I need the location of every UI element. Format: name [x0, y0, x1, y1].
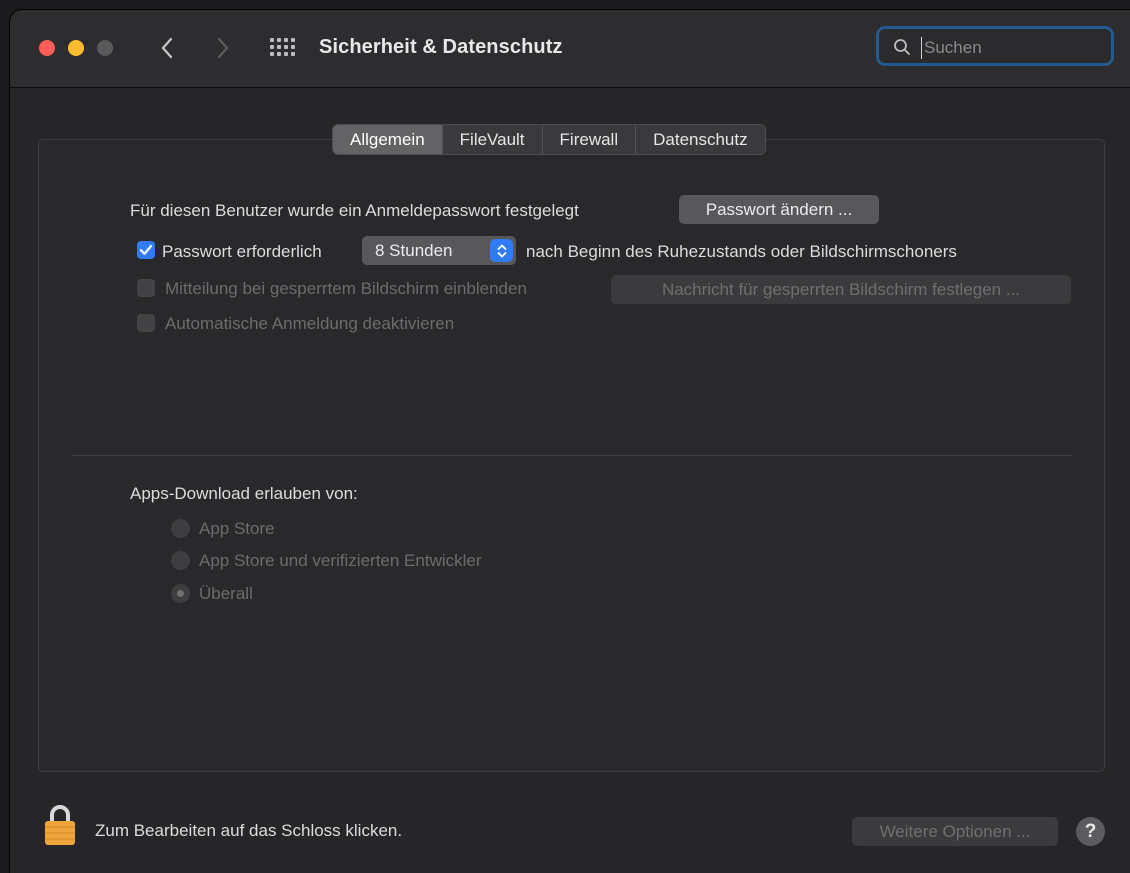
window-title: Sicherheit & Datenschutz [319, 36, 563, 58]
lock-button[interactable] [44, 804, 76, 851]
search-input[interactable] [921, 37, 1106, 59]
tab-bar: Allgemein FileVault Firewall Datenschutz [332, 124, 766, 155]
show-message-label: Mitteilung bei gesperrtem Bildschirm ein… [165, 279, 527, 298]
minimize-window-button[interactable] [68, 40, 84, 56]
tab-filevault[interactable]: FileVault [443, 125, 543, 154]
zoom-window-button[interactable] [97, 40, 113, 56]
radio-anywhere[interactable] [171, 584, 190, 603]
chevron-left-icon [161, 37, 173, 59]
password-interval-value: 8 Stunden [375, 241, 453, 260]
back-button[interactable] [154, 34, 180, 62]
lock-hint-text: Zum Bearbeiten auf das Schloss klicken. [95, 821, 403, 840]
tab-datenschutz[interactable]: Datenschutz [636, 125, 765, 154]
chevron-right-icon [217, 37, 229, 59]
change-password-button[interactable]: Passwort ändern ... [679, 195, 879, 224]
tab-allgemein[interactable]: Allgemein [333, 125, 443, 154]
lock-icon [45, 805, 75, 845]
radio-anywhere-label: Überall [199, 584, 253, 603]
radio-app-store-label: App Store [199, 519, 275, 538]
show-all-grid-icon[interactable] [270, 38, 296, 58]
radio-app-store-developers[interactable] [171, 551, 190, 570]
search-field[interactable] [876, 26, 1114, 66]
login-password-text: Für diesen Benutzer wurde ein Anmeldepas… [130, 201, 579, 220]
close-window-button[interactable] [39, 40, 55, 56]
tab-firewall[interactable]: Firewall [543, 125, 637, 154]
disable-auto-login-checkbox[interactable] [137, 314, 155, 332]
section-divider [72, 455, 1072, 456]
help-button[interactable]: ? [1076, 817, 1105, 846]
titlebar: Sicherheit & Datenschutz [10, 10, 1130, 88]
preferences-window: Sicherheit & Datenschutz Allgemein FileV… [10, 10, 1130, 873]
radio-app-store-developers-label: App Store und verifizierten Entwickler [199, 551, 482, 570]
require-password-label: Passwort erforderlich [162, 242, 322, 261]
forward-button[interactable] [210, 34, 236, 62]
advanced-options-button[interactable]: Weitere Optionen ... [852, 817, 1058, 846]
require-password-checkbox[interactable] [137, 241, 155, 259]
set-lock-message-button[interactable]: Nachricht für gesperrten Bildschirm fest… [611, 275, 1071, 304]
require-password-suffix: nach Beginn des Ruhezustands oder Bildsc… [526, 242, 957, 261]
checkmark-icon [139, 244, 153, 255]
search-icon [894, 39, 910, 55]
password-interval-select[interactable]: 8 Stunden [362, 236, 516, 265]
stepper-arrows-icon [490, 239, 513, 262]
show-message-checkbox[interactable] [137, 279, 155, 297]
disable-auto-login-label: Automatische Anmeldung deaktivieren [165, 314, 455, 333]
radio-app-store[interactable] [171, 519, 190, 538]
downloads-heading: Apps-Download erlauben von: [130, 484, 358, 503]
